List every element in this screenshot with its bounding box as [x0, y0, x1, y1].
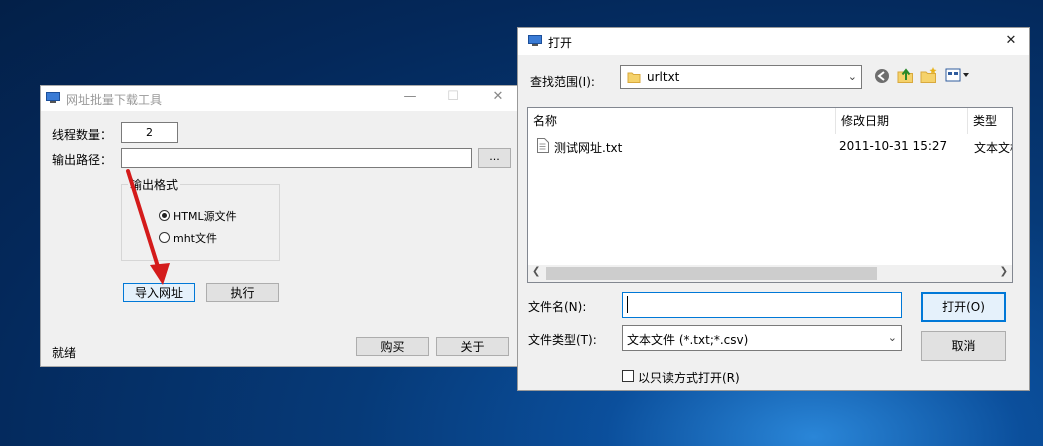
app-icon [46, 92, 60, 103]
open-file-dialog: 打开 ✕ 查找范围(I): urltxt ⌄ 名称 修改日期 类型 ⌃ 测试网址… [517, 27, 1030, 391]
column-header-type[interactable]: 类型 [968, 108, 1012, 134]
folder-icon [627, 72, 641, 83]
filename-input[interactable] [622, 292, 902, 318]
thread-label: 线程数量： [52, 128, 113, 142]
chevron-down-icon: ⌄ [847, 70, 857, 83]
text-cursor [627, 296, 628, 313]
file-list-view[interactable]: 名称 修改日期 类型 ⌃ 测试网址.txt 2011-10-31 15:27 文… [527, 107, 1013, 283]
tool-title: 网址批量下载工具 [66, 93, 163, 107]
filename-label: 文件名(N): [528, 300, 587, 314]
dialog-app-icon [528, 35, 542, 46]
about-button[interactable]: 关于 [436, 337, 509, 356]
file-date: 2011-10-31 15:27 [839, 139, 948, 153]
output-path-label: 输出路径： [52, 153, 113, 167]
buy-button[interactable]: 购买 [356, 337, 429, 356]
tool-title-bar[interactable]: 网址批量下载工具 — ☐ ✕ [41, 86, 518, 111]
dialog-title-bar[interactable]: 打开 ✕ [518, 28, 1029, 55]
scrollbar-thumb[interactable] [546, 267, 877, 280]
file-name: 测试网址.txt [554, 141, 623, 155]
readonly-checkbox-row[interactable]: 以只读方式打开(R) [622, 369, 772, 385]
annotation-arrow [126, 169, 170, 285]
readonly-checkbox[interactable] [622, 370, 634, 382]
column-header-date[interactable]: 修改日期 [836, 108, 968, 134]
text-file-icon [537, 138, 549, 153]
file-type: 文本文档 [974, 141, 1012, 155]
look-in-combo[interactable]: urltxt ⌄ [620, 65, 862, 89]
new-folder-icon[interactable] [920, 66, 938, 84]
open-button[interactable]: 打开(O) [921, 292, 1006, 322]
up-folder-icon[interactable] [897, 66, 915, 84]
format-option-html-label: HTML源文件 [173, 210, 237, 223]
close-button[interactable]: ✕ [491, 90, 505, 104]
thread-count-input[interactable]: 2 [121, 122, 178, 143]
browse-button[interactable]: ... [478, 148, 511, 168]
look-in-label: 查找范围(I): [530, 75, 595, 89]
readonly-label: 以只读方式打开(R) [638, 371, 740, 385]
dialog-title: 打开 [548, 36, 573, 50]
run-button[interactable]: 执行 [206, 283, 279, 302]
cancel-button[interactable]: 取消 [921, 331, 1006, 361]
filetype-combo[interactable]: 文本文件 (*.txt;*.csv) ⌄ [622, 325, 902, 351]
look-in-value: urltxt [647, 70, 680, 84]
minimize-button[interactable]: — [403, 90, 417, 104]
back-icon[interactable] [874, 68, 890, 84]
filetype-value: 文本文件 (*.txt;*.csv) [627, 333, 749, 347]
chevron-down-icon: ⌄ [887, 331, 897, 344]
scroll-right-icon[interactable]: ❯ [1000, 266, 1008, 277]
dialog-close-button[interactable]: ✕ [1004, 34, 1018, 48]
sort-up-icon: ⌃ [678, 107, 686, 115]
scroll-left-icon[interactable]: ❮ [532, 266, 540, 277]
filetype-label: 文件类型(T): [528, 333, 597, 347]
horizontal-scrollbar[interactable]: ❮ ❯ [528, 265, 1012, 282]
maximize-button[interactable]: ☐ [446, 90, 460, 104]
view-menu-icon[interactable] [945, 68, 971, 82]
status-text: 就绪 [52, 346, 77, 360]
tool-window: 网址批量下载工具 — ☐ ✕ 线程数量： 2 输出路径： ... 输出格式 HT… [40, 85, 519, 367]
file-row[interactable]: 测试网址.txt 2011-10-31 15:27 文本文档 [528, 135, 1012, 157]
